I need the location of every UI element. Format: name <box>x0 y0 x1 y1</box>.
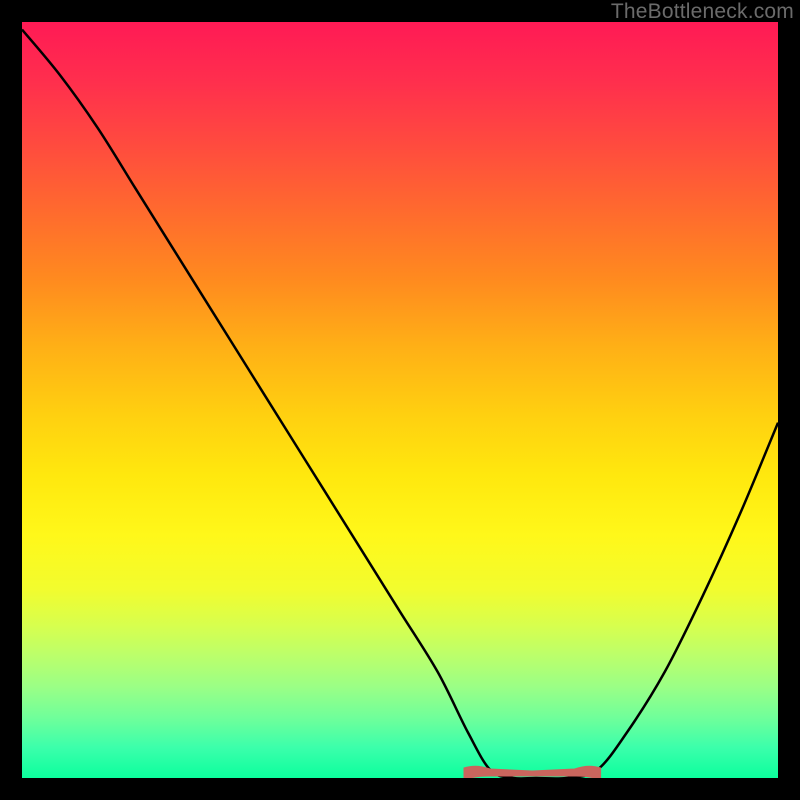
plot-area <box>22 22 778 778</box>
optimal-range-marker <box>22 22 778 778</box>
watermark-text: TheBottleneck.com <box>611 0 794 24</box>
